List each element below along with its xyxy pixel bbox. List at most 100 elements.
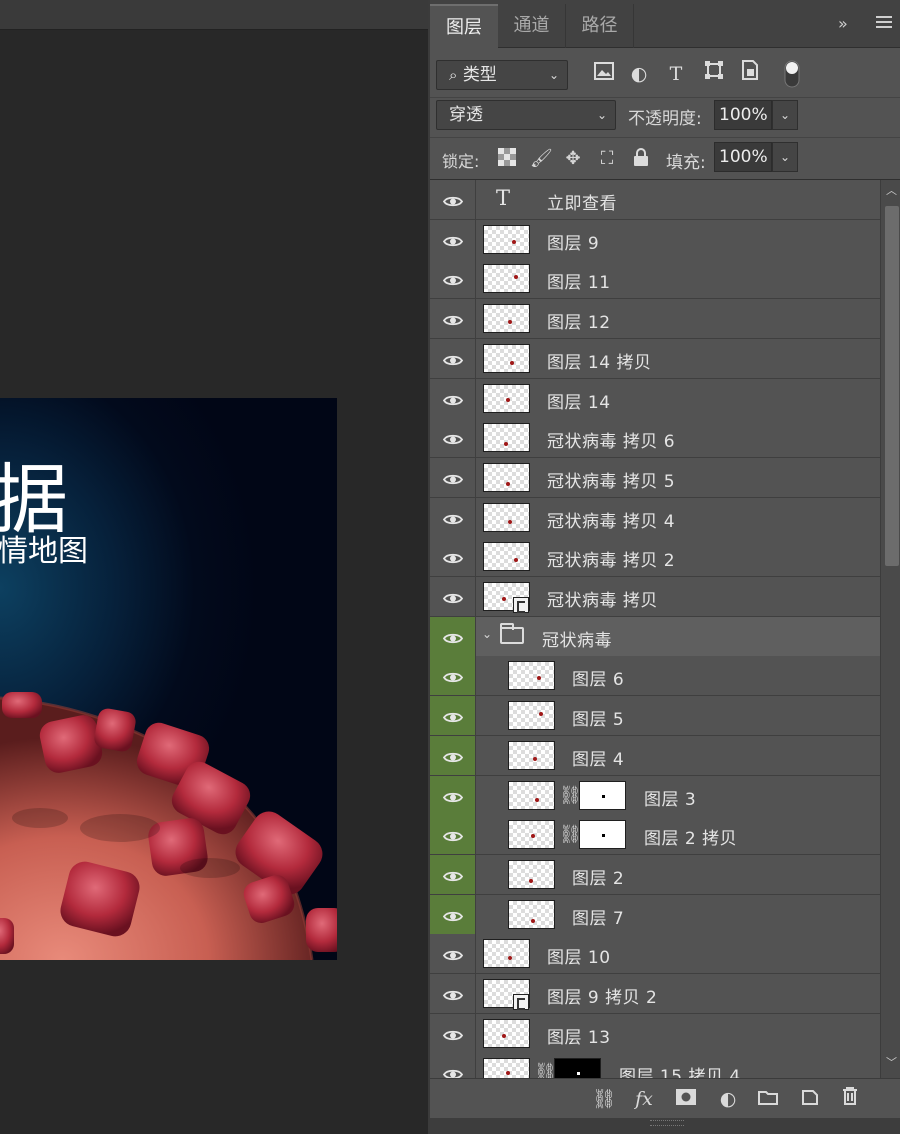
lock-transparency-icon[interactable] (496, 148, 518, 170)
link-layers-icon[interactable]: ⛓ (590, 1087, 618, 1111)
tab-layers[interactable]: 图层 (430, 4, 498, 48)
link-icon[interactable]: ⛓ (559, 824, 582, 846)
visibility-toggle[interactable] (430, 616, 476, 656)
search-icon: ⌕ (449, 66, 458, 84)
layer-row[interactable]: 图层 5 (430, 696, 880, 737)
resize-grip-icon[interactable] (650, 1120, 684, 1126)
layer-row[interactable]: ⛓ 图层 3 (430, 775, 880, 816)
layer-thumbnail (483, 1018, 530, 1048)
smart-object-filter-icon[interactable] (736, 60, 764, 88)
panel-menu-icon[interactable] (876, 16, 892, 30)
visibility-toggle[interactable] (430, 696, 476, 736)
lock-all-icon[interactable] (630, 148, 652, 170)
layer-row[interactable]: ⌄ 冠状病毒 (430, 616, 880, 657)
filter-kind-select[interactable]: ⌕ 类型 ⌄ (436, 60, 568, 90)
visibility-toggle[interactable] (430, 378, 476, 418)
new-adjustment-icon[interactable]: ◐ (714, 1087, 742, 1111)
panel-resize-strip[interactable] (430, 1118, 900, 1134)
tab-channels[interactable]: 通道 (498, 4, 566, 48)
visibility-toggle[interactable] (430, 180, 476, 219)
layer-row[interactable]: 图层 6 (430, 656, 880, 697)
visibility-toggle[interactable] (430, 457, 476, 497)
visibility-toggle[interactable] (430, 934, 476, 974)
layer-row[interactable]: 图层 4 (430, 735, 880, 776)
visibility-toggle[interactable] (430, 735, 476, 775)
scroll-up-icon[interactable]: ︿ (886, 182, 897, 198)
lock-artboard-icon[interactable]: ⛶ (596, 148, 618, 170)
delete-layer-icon[interactable] (836, 1087, 864, 1111)
visibility-toggle[interactable] (430, 894, 476, 934)
layer-row[interactable]: 冠状病毒 拷贝 5 (430, 457, 880, 498)
layer-row[interactable]: T 立即查看 (430, 180, 880, 220)
image-filter-icon[interactable] (590, 60, 618, 88)
layer-name: 图层 11 (547, 273, 611, 294)
visibility-toggle[interactable] (430, 1053, 476, 1078)
visibility-toggle[interactable] (430, 418, 476, 458)
layer-name: 图层 6 (572, 670, 625, 691)
chevron-down-icon: ⌄ (779, 150, 791, 164)
visibility-toggle[interactable] (430, 815, 476, 855)
layer-row[interactable]: 冠状病毒 拷贝 6 (430, 418, 880, 459)
visibility-toggle[interactable] (430, 775, 476, 815)
link-icon[interactable]: ⛓ (534, 1062, 557, 1078)
layer-thumbnail (508, 780, 555, 810)
visibility-toggle[interactable] (430, 1013, 476, 1053)
blend-mode-select[interactable]: 穿透 ⌄ (436, 100, 616, 130)
scroll-down-icon[interactable]: ﹀ (886, 1054, 897, 1070)
layer-row[interactable]: 图层 13 (430, 1013, 880, 1054)
layer-row[interactable]: 图层 7 (430, 894, 880, 935)
layer-row[interactable]: 图层 9 (430, 219, 880, 260)
visibility-toggle[interactable] (430, 854, 476, 894)
layer-row[interactable]: ⛓ 图层 2 拷贝 (430, 815, 880, 856)
new-group-icon[interactable] (754, 1087, 782, 1111)
visibility-toggle[interactable] (430, 497, 476, 537)
tab-paths[interactable]: 路径 (566, 4, 634, 48)
layers-bottom-toolbar: ⛓ fx ◐ (430, 1078, 900, 1118)
shape-filter-icon[interactable] (700, 60, 728, 88)
layer-row[interactable]: 图层 2 (430, 854, 880, 895)
layers-scrollbar[interactable]: ︿ ﹀ (880, 180, 900, 1078)
layer-row[interactable]: 冠状病毒 拷贝 4 (430, 497, 880, 538)
visibility-toggle[interactable] (430, 537, 476, 577)
layer-row[interactable]: 图层 10 (430, 934, 880, 975)
fill-slider-toggle[interactable]: ⌄ (772, 142, 798, 172)
layer-row[interactable]: 冠状病毒 拷贝 2 (430, 537, 880, 578)
collapse-panel-icon[interactable]: » (838, 14, 848, 33)
layer-row[interactable]: 图层 11 (430, 259, 880, 300)
fill-input[interactable]: 100% (714, 142, 772, 172)
document-canvas[interactable]: 数据 情地图 (0, 398, 337, 960)
chevron-down-icon[interactable]: ⌄ (482, 627, 492, 641)
layer-thumbnail (483, 343, 530, 373)
adjustment-filter-icon[interactable]: ◐ (625, 60, 653, 88)
opacity-input[interactable]: 100% (714, 100, 772, 130)
layer-row[interactable]: 图层 9 拷贝 2 (430, 974, 880, 1014)
lock-paint-icon[interactable]: 🖌 (530, 148, 553, 170)
opacity-slider-toggle[interactable]: ⌄ (772, 100, 798, 130)
visibility-toggle[interactable] (430, 299, 476, 339)
layer-row[interactable]: 冠状病毒 拷贝 (430, 577, 880, 617)
layer-mask-thumbnail[interactable] (579, 820, 626, 850)
layer-mask-thumbnail[interactable] (554, 1058, 601, 1078)
visibility-toggle[interactable] (430, 577, 476, 616)
link-icon[interactable]: ⛓ (559, 785, 582, 807)
lock-position-icon[interactable]: ✥ (562, 148, 584, 170)
type-filter-icon[interactable]: T (662, 60, 690, 88)
fx-icon[interactable]: fx (630, 1087, 658, 1111)
visibility-toggle[interactable] (430, 974, 476, 1013)
filter-toggle-icon[interactable] (778, 60, 806, 88)
new-layer-icon[interactable] (796, 1087, 824, 1111)
add-mask-icon[interactable] (672, 1087, 700, 1111)
layer-row[interactable]: 图层 14 拷贝 (430, 338, 880, 379)
layer-row[interactable]: ⛓ 图层 15 拷贝 4 (430, 1053, 880, 1078)
smart-object-icon (513, 597, 529, 613)
visibility-toggle[interactable] (430, 656, 476, 696)
layer-mask-thumbnail[interactable] (579, 780, 626, 810)
visibility-toggle[interactable] (430, 219, 476, 259)
scrollbar-thumb[interactable] (885, 206, 899, 566)
visibility-toggle[interactable] (430, 259, 476, 299)
layer-name: 冠状病毒 拷贝 4 (547, 511, 676, 532)
layer-row[interactable]: 图层 14 (430, 378, 880, 419)
layer-row[interactable]: 图层 12 (430, 299, 880, 340)
visibility-toggle[interactable] (430, 338, 476, 378)
eye-icon (442, 987, 464, 1001)
